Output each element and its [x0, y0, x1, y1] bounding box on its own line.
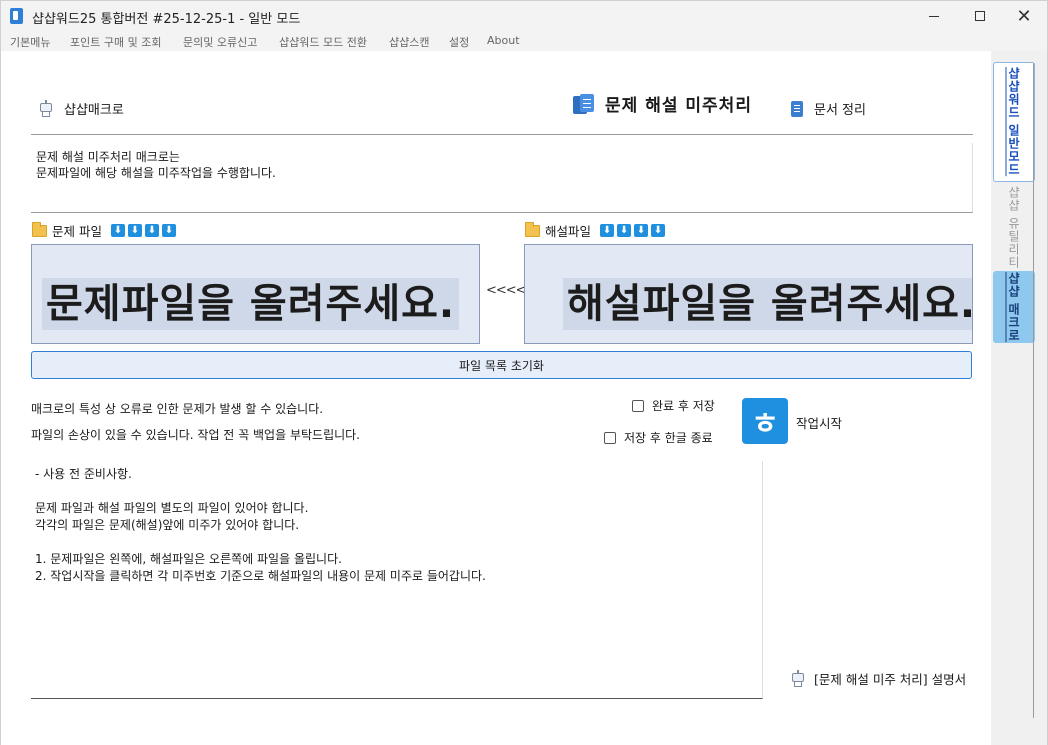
menu-item-settings[interactable]: 설정 [449, 34, 469, 50]
download-icon[interactable]: ⬇ [110, 224, 125, 237]
checkbox-box[interactable] [604, 431, 616, 444]
description-line: 문제파일에 해당 해설을 미주작업을 수행합니다. [36, 166, 276, 180]
minimize-button[interactable] [911, 1, 957, 31]
manual-link-label: [문제 해설 미주 처리] 설명서 [814, 672, 967, 687]
maximize-icon [975, 11, 985, 21]
robot-icon [37, 99, 55, 118]
menu-item-about[interactable]: About [487, 34, 520, 47]
problem-file-label: 문제 파일 ⬇ ⬇ ⬇ ⬇ [32, 221, 176, 240]
download-icon[interactable]: ⬇ [127, 224, 142, 237]
problem-file-label-text: 문제 파일 [52, 224, 102, 239]
instruction-line [31, 534, 762, 551]
instruction-line: - 사용 전 준비사항. [35, 467, 132, 481]
download-icon[interactable]: ⬇ [144, 224, 159, 237]
download-icon[interactable]: ⬇ [600, 224, 615, 237]
side-tab-utility-label: 샵샵 유틸리티 [1006, 186, 1021, 269]
instruction-line [31, 483, 762, 500]
instruction-line: 1. 문제파일은 왼쪽에, 해설파일은 오른쪽에 파일을 올립니다. [35, 552, 342, 566]
document-icon [789, 100, 805, 118]
menu-bar: 기본메뉴 포인트 구매 및 조회 문의및 오류신고 샵샵워드 모드 전환 샵샵스… [1, 31, 1047, 51]
minimize-icon [929, 15, 939, 17]
save-after-checkbox[interactable]: 완료 후 저장 [632, 397, 715, 414]
close-hwp-checkbox[interactable]: 저장 후 한글 종료 [604, 429, 713, 446]
title-bar: 샵샵워드25 통합버전 #25-12-25-1 - 일반 모드 ✕ [1, 1, 1047, 31]
download-icon[interactable]: ⬇ [161, 224, 176, 237]
document-cleanup-label: 문서 정리 [814, 103, 866, 118]
folder-icon [525, 221, 540, 237]
macro-header-label: 샵샵매크로 [64, 103, 124, 118]
documents-icon [572, 92, 596, 116]
menu-item-points[interactable]: 포인트 구매 및 조회 [70, 34, 161, 50]
app-logo-icon [10, 8, 23, 24]
page-title-label: 문제 해설 미주처리 [605, 96, 752, 116]
download-icon[interactable]: ⬇ [634, 224, 649, 237]
instruction-line: 각각의 파일은 문제(해설)앞에 미주가 있어야 합니다. [35, 518, 300, 532]
reset-file-list-button[interactable]: 파일 목록 초기화 [31, 351, 972, 379]
maximize-button[interactable] [957, 1, 1003, 31]
divider [31, 134, 973, 135]
close-button[interactable]: ✕ [1001, 1, 1047, 31]
checkbox-box[interactable] [632, 399, 644, 412]
macro-header-link[interactable]: 샵샵매크로 [37, 99, 124, 118]
menu-item-scan[interactable]: 샵샵스캔 [389, 34, 429, 50]
instruction-line: 문제 파일과 해설 파일의 별도의 파일이 있어야 합니다. [35, 501, 309, 515]
download-icon[interactable]: ⬇ [651, 224, 666, 237]
side-tab-macro-label: 샵샵 매크로 [1006, 271, 1021, 343]
solution-download-icons: ⬇ ⬇ ⬇ ⬇ [600, 224, 666, 237]
close-hwp-label: 저장 후 한글 종료 [624, 431, 713, 445]
side-tab-macro[interactable]: 샵샵 매크로 [993, 271, 1035, 343]
download-icon[interactable]: ⬇ [617, 224, 632, 237]
warning-text: 파일의 손상이 있을 수 있습니다. 작업 전 꼭 백업을 부탁드립니다. [31, 428, 361, 442]
warning-text: 매크로의 특성 상 오류로 인한 문제가 발생 할 수 있습니다. [31, 402, 324, 416]
main-panel: 샵샵매크로 문제 해설 미주처리 문서 정리 문제 해설 미주처리 매크로는 문… [1, 51, 991, 745]
page-title: 문제 해설 미주처리 [572, 91, 752, 116]
app-window: 샵샵워드25 통합버전 #25-12-25-1 - 일반 모드 ✕ 기본메뉴 포… [0, 0, 1048, 745]
problem-file-dropzone[interactable]: 문제파일을 올려주세요. [31, 244, 480, 344]
solution-file-label: 해설파일 ⬇ ⬇ ⬇ ⬇ [525, 221, 666, 240]
side-tab-panel: 샵샵워드 일반모드 샵샵 유틸리티 샵샵 매크로 [991, 51, 1047, 745]
document-cleanup-link[interactable]: 문서 정리 [789, 99, 866, 118]
instructions-box: - 사용 전 준비사항. 문제 파일과 해설 파일의 별도의 파일이 있어야 합… [31, 461, 763, 699]
solution-file-placeholder: 해설파일을 올려주세요. [563, 278, 972, 330]
save-after-label: 완료 후 저장 [652, 399, 715, 413]
instruction-line: 2. 작업시작을 클릭하면 각 미주번호 기준으로 해설파일의 내용이 문제 미… [35, 569, 486, 583]
menu-item-basic[interactable]: 기본메뉴 [10, 34, 50, 50]
manual-link[interactable]: [문제 해설 미주 처리] 설명서 [789, 669, 966, 688]
side-tab-normal-mode[interactable]: 샵샵워드 일반모드 [993, 62, 1035, 182]
problem-download-icons: ⬇ ⬇ ⬇ ⬇ [110, 224, 176, 237]
solution-file-label-text: 해설파일 [545, 224, 592, 239]
window-title: 샵샵워드25 통합버전 #25-12-25-1 - 일반 모드 [32, 12, 301, 27]
start-task-icon[interactable]: ㅎ [742, 398, 788, 444]
transfer-arrows: <<<< [486, 283, 527, 298]
side-tab-utility[interactable]: 샵샵 유틸리티 [993, 186, 1035, 269]
side-tab-normal-mode-label: 샵샵워드 일반모드 [1006, 67, 1021, 177]
side-divider [1033, 63, 1034, 718]
solution-file-dropzone[interactable]: 해설파일을 올려주세요. [524, 244, 973, 344]
robot-icon [789, 669, 807, 688]
description-line: 문제 해설 미주처리 매크로는 [36, 150, 180, 164]
menu-item-mode-switch[interactable]: 샵샵워드 모드 전환 [279, 34, 367, 50]
description-box: 문제 해설 미주처리 매크로는 문제파일에 해당 해설을 미주작업을 수행합니다… [31, 143, 973, 213]
problem-file-placeholder: 문제파일을 올려주세요. [42, 278, 460, 330]
folder-icon [32, 221, 47, 237]
menu-item-support[interactable]: 문의및 오류신고 [183, 34, 257, 50]
start-task-button[interactable]: 작업시작 [796, 413, 842, 432]
